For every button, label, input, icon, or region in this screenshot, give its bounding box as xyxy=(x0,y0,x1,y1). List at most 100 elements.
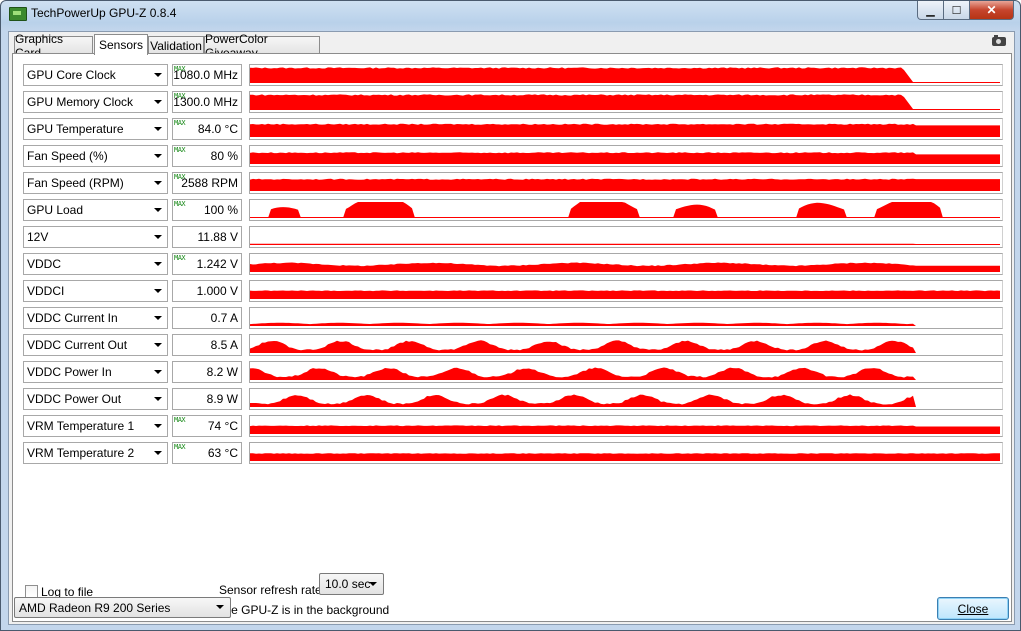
sensor-name-select[interactable]: VRM Temperature 1 xyxy=(23,415,168,437)
chevron-down-icon xyxy=(154,235,162,239)
sensor-value-box[interactable]: 0.7 A xyxy=(172,307,242,329)
refresh-rate-value: 10.0 sec xyxy=(325,577,371,591)
sensor-name-select[interactable]: VRM Temperature 2 xyxy=(23,442,168,464)
window-title: TechPowerUp GPU-Z 0.8.4 xyxy=(31,6,177,20)
sensor-value-box[interactable]: MAX 63 °C xyxy=(172,442,242,464)
sensor-name-select[interactable]: VDDC Current In xyxy=(23,307,168,329)
sensor-value-box[interactable]: 8.5 A xyxy=(172,334,242,356)
chevron-down-icon xyxy=(154,100,162,104)
sensor-value: 84.0 °C xyxy=(197,122,238,136)
tab-validation[interactable]: Validation xyxy=(148,36,204,54)
sensor-graph-area xyxy=(250,123,1000,137)
sensor-value: 1300.0 MHz xyxy=(173,95,238,109)
sensor-value-box[interactable]: MAX 2588 RPM xyxy=(172,172,242,194)
sensor-graph xyxy=(249,91,1003,113)
sensor-graph-area xyxy=(250,340,1000,353)
sensor-graph-area xyxy=(250,394,1000,407)
gpu-select[interactable]: AMD Radeon R9 200 Series xyxy=(14,597,231,618)
sensor-row: 12V 11.88 V xyxy=(23,226,1004,248)
sensor-name: GPU Core Clock xyxy=(27,68,116,82)
refresh-rate-select[interactable]: 10.0 sec xyxy=(319,573,384,595)
camera-icon[interactable] xyxy=(992,35,1006,46)
sensor-value: 1.242 V xyxy=(196,257,238,271)
sensor-value-box[interactable]: MAX 84.0 °C xyxy=(172,118,242,140)
sensor-graph-plot xyxy=(250,425,1000,434)
chevron-down-icon xyxy=(154,181,162,185)
sensor-value-box[interactable]: MAX 1080.0 MHz xyxy=(172,64,242,86)
sensor-name-select[interactable]: GPU Temperature xyxy=(23,118,168,140)
sensor-value: 74 °C xyxy=(207,419,238,433)
sensor-name-select[interactable]: VDDC Current Out xyxy=(23,334,168,356)
max-indicator: MAX xyxy=(174,119,186,127)
sensor-name-select[interactable]: VDDCI xyxy=(23,280,168,302)
sensor-value-box[interactable]: MAX 100 % xyxy=(172,199,242,221)
client-area: Graphics Card Sensors Validation PowerCo… xyxy=(8,31,1015,625)
sensor-row: GPU Load MAX 100 % xyxy=(23,199,1004,221)
close-button[interactable]: Close xyxy=(937,597,1009,620)
sensor-graph-area xyxy=(250,290,1000,299)
sensor-name: VDDC xyxy=(27,257,62,271)
sensor-name-select[interactable]: VDDC Power In xyxy=(23,361,168,383)
max-indicator: MAX xyxy=(174,443,186,451)
sensor-row: Fan Speed (RPM) MAX 2588 RPM xyxy=(23,172,1004,194)
sensor-graph-plot xyxy=(250,322,1000,326)
sensor-row: VDDCI 1.000 V xyxy=(23,280,1004,302)
chevron-down-icon xyxy=(154,154,162,158)
sensor-value-box[interactable]: MAX 1300.0 MHz xyxy=(172,91,242,113)
sensor-name: VDDC Power Out xyxy=(27,392,122,406)
sensor-graph-area xyxy=(250,202,1000,218)
sensor-graph-plot xyxy=(250,67,1000,83)
sensor-row: VDDC Power Out 8.9 W xyxy=(23,388,1004,410)
sensor-row: Fan Speed (%) MAX 80 % xyxy=(23,145,1004,167)
tab-sensors[interactable]: Sensors xyxy=(94,34,148,55)
sensor-graph-plot xyxy=(250,202,1000,218)
chevron-down-icon xyxy=(154,370,162,374)
sensor-value: 0.7 A xyxy=(210,311,238,325)
sensor-value-box[interactable]: 1.000 V xyxy=(172,280,242,302)
maximize-button[interactable]: ☐ xyxy=(944,1,970,20)
sensor-value: 8.5 A xyxy=(210,338,238,352)
sensor-graph xyxy=(249,145,1003,167)
refresh-rate-label: Sensor refresh rate: xyxy=(219,583,326,597)
tab-graphics-card[interactable]: Graphics Card xyxy=(14,32,93,60)
sensor-row: VDDC Power In 8.2 W xyxy=(23,361,1004,383)
chevron-down-icon xyxy=(154,262,162,266)
sensor-name-select[interactable]: VDDC xyxy=(23,253,168,275)
tab-powercolor-giveaway[interactable]: PowerColor Giveaway xyxy=(204,32,320,60)
sensor-row: GPU Temperature MAX 84.0 °C xyxy=(23,118,1004,140)
sensor-name-select[interactable]: Fan Speed (%) xyxy=(23,145,168,167)
sensor-graph-area xyxy=(250,425,1000,434)
sensor-value: 1.000 V xyxy=(196,284,238,298)
title-bar[interactable]: TechPowerUp GPU-Z 0.8.4 ▁ ☐ ✕ xyxy=(1,1,1020,27)
sensor-name: VRM Temperature 1 xyxy=(27,419,135,433)
sensor-name: Fan Speed (RPM) xyxy=(27,176,124,190)
sensor-graph-plot xyxy=(250,262,1000,272)
gpu-z-window: TechPowerUp GPU-Z 0.8.4 ▁ ☐ ✕ Graphics C… xyxy=(0,0,1021,631)
sensor-value-box[interactable]: 8.2 W xyxy=(172,361,242,383)
sensor-graph xyxy=(249,172,1003,194)
sensor-graph-area xyxy=(250,94,1000,110)
sensor-graph-plot xyxy=(250,367,1000,380)
sensor-graph-plot xyxy=(250,453,1000,461)
max-indicator: MAX xyxy=(174,200,186,208)
sensor-graph xyxy=(249,334,1003,356)
sensor-graph xyxy=(249,442,1003,464)
sensor-row: VDDC MAX 1.242 V xyxy=(23,253,1004,275)
sensor-name-select[interactable]: VDDC Power Out xyxy=(23,388,168,410)
sensor-name-select[interactable]: Fan Speed (RPM) xyxy=(23,172,168,194)
sensor-name-select[interactable]: GPU Memory Clock xyxy=(23,91,168,113)
sensor-value-box[interactable]: MAX 80 % xyxy=(172,145,242,167)
sensor-value-box[interactable]: 8.9 W xyxy=(172,388,242,410)
max-indicator: MAX xyxy=(174,416,186,424)
max-indicator: MAX xyxy=(174,146,186,154)
sensor-value-box[interactable]: MAX 74 °C xyxy=(172,415,242,437)
sensor-name-select[interactable]: 12V xyxy=(23,226,168,248)
sensor-value: 8.9 W xyxy=(206,392,238,406)
chevron-down-icon xyxy=(154,424,162,428)
close-window-button[interactable]: ✕ xyxy=(970,1,1014,20)
sensor-name-select[interactable]: GPU Core Clock xyxy=(23,64,168,86)
sensor-value-box[interactable]: MAX 1.242 V xyxy=(172,253,242,275)
sensor-name-select[interactable]: GPU Load xyxy=(23,199,168,221)
sensor-value-box[interactable]: 11.88 V xyxy=(172,226,242,248)
minimize-button[interactable]: ▁ xyxy=(917,1,944,20)
